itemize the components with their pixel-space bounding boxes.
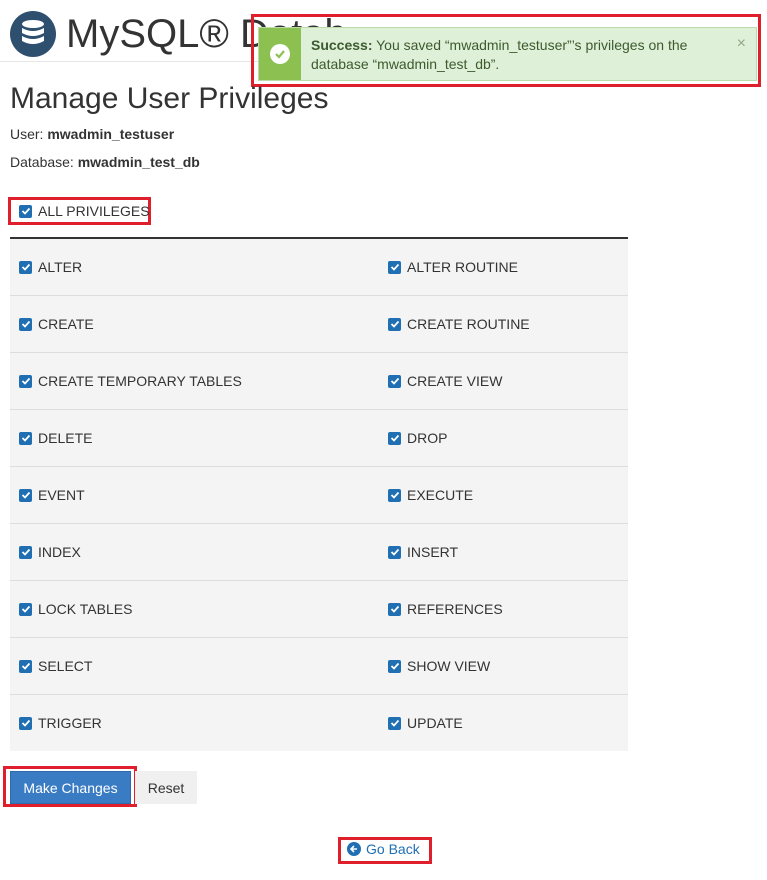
privileges-table: ALTER ALTER ROUTINE CREATE CREATE ROUTINE CR… [10,237,628,751]
privilege-label: ALTER ROUTINE [407,259,518,275]
privilege-row: LOCK TABLES REFERENCES [10,581,628,638]
checkbox-checked-icon[interactable] [388,374,401,388]
privilege-label: INSERT [407,544,459,560]
privilege-label: ALTER [38,259,83,275]
checkbox-checked-icon[interactable] [388,602,401,616]
privilege-row: CREATE CREATE ROUTINE [10,296,628,353]
go-back-link[interactable]: Go Back [347,841,420,857]
checkbox-checked-icon[interactable] [19,204,32,218]
privilege-checkbox[interactable]: TRIGGER [10,715,379,731]
all-privileges-label: ALL PRIVILEGES [38,203,150,219]
close-icon[interactable]: × [737,35,746,53]
privilege-checkbox[interactable]: CREATE ROUTINE [379,316,530,332]
privilege-label: SELECT [38,658,93,674]
privilege-checkbox[interactable]: CREATE TEMPORARY TABLES [10,373,379,389]
checkbox-checked-icon[interactable] [19,545,32,559]
privilege-label: CREATE VIEW [407,373,503,389]
privilege-checkbox[interactable]: ALTER [10,259,379,275]
privilege-checkbox[interactable]: UPDATE [379,715,463,731]
privilege-checkbox[interactable]: SHOW VIEW [379,658,490,674]
privilege-checkbox[interactable]: REFERENCES [379,601,503,617]
privilege-label: LOCK TABLES [38,601,133,617]
privilege-row: EVENT EXECUTE [10,467,628,524]
privilege-row: TRIGGER UPDATE [10,695,628,751]
database-info: Database: mwadmin_test_db [10,154,200,170]
privilege-label: CREATE [38,316,94,332]
privilege-row: ALTER ALTER ROUTINE [10,239,628,296]
checkbox-checked-icon[interactable] [19,716,32,730]
privilege-label: DELETE [38,430,93,446]
checkbox-checked-icon[interactable] [388,716,401,730]
privilege-checkbox[interactable]: ALTER ROUTINE [379,259,518,275]
header-divider [0,61,260,62]
privilege-row: INDEX INSERT [10,524,628,581]
checkbox-checked-icon[interactable] [19,659,32,673]
privilege-checkbox[interactable]: SELECT [10,658,379,674]
privilege-checkbox[interactable]: EVENT [10,487,379,503]
privilege-label: DROP [407,430,448,446]
privilege-checkbox[interactable]: CREATE [10,316,379,332]
privilege-label: TRIGGER [38,715,102,731]
privilege-checkbox[interactable]: INSERT [379,544,458,560]
privilege-label: REFERENCES [407,601,503,617]
privilege-checkbox[interactable]: EXECUTE [379,487,473,503]
toast-title: Success: [311,37,373,53]
privilege-checkbox[interactable]: CREATE VIEW [379,373,502,389]
go-back-label: Go Back [366,841,420,857]
checkbox-checked-icon[interactable] [19,602,32,616]
success-toast: Success: You saved “mwadmin_testuser”’s … [258,27,757,81]
checkbox-checked-icon[interactable] [388,260,401,274]
page-title: Manage User Privileges [10,82,329,115]
toast-message: Success: You saved “mwadmin_testuser”’s … [301,28,756,80]
privilege-label: UPDATE [407,715,463,731]
privilege-row: CREATE TEMPORARY TABLES CREATE VIEW [10,353,628,410]
checkbox-checked-icon[interactable] [388,317,401,331]
reset-button[interactable]: Reset [135,771,197,804]
privilege-label: EVENT [38,487,85,503]
privilege-checkbox[interactable]: LOCK TABLES [10,601,379,617]
privilege-label: CREATE ROUTINE [407,316,530,332]
checkbox-checked-icon[interactable] [19,431,32,445]
privilege-label: CREATE TEMPORARY TABLES [38,373,242,389]
checkbox-checked-icon[interactable] [19,317,32,331]
user-value: mwadmin_testuser [47,126,175,142]
checkbox-checked-icon[interactable] [388,659,401,673]
privilege-row: DELETE DROP [10,410,628,467]
user-info: User: mwadmin_testuser [10,126,174,142]
all-privileges-checkbox[interactable]: ALL PRIVILEGES [19,203,150,219]
checkbox-checked-icon[interactable] [388,431,401,445]
toast-icon-bar [259,28,301,80]
checkbox-checked-icon[interactable] [19,260,32,274]
privilege-checkbox[interactable]: INDEX [10,544,379,560]
checkbox-checked-icon[interactable] [19,374,32,388]
check-circle-icon [270,44,290,64]
privilege-checkbox[interactable]: DELETE [10,430,379,446]
privilege-label: INDEX [38,544,81,560]
privilege-checkbox[interactable]: DROP [379,430,447,446]
privilege-label: EXECUTE [407,487,474,503]
checkbox-checked-icon[interactable] [19,488,32,502]
database-value: mwadmin_test_db [77,154,200,170]
database-label: Database: [10,154,74,170]
user-label: User: [10,126,44,142]
database-icon [10,11,56,57]
checkbox-checked-icon[interactable] [388,545,401,559]
privilege-row: SELECT SHOW VIEW [10,638,628,695]
make-changes-button[interactable]: Make Changes [10,771,131,804]
privilege-label: SHOW VIEW [407,658,491,674]
arrow-left-circle-icon [347,842,361,856]
checkbox-checked-icon[interactable] [388,488,401,502]
